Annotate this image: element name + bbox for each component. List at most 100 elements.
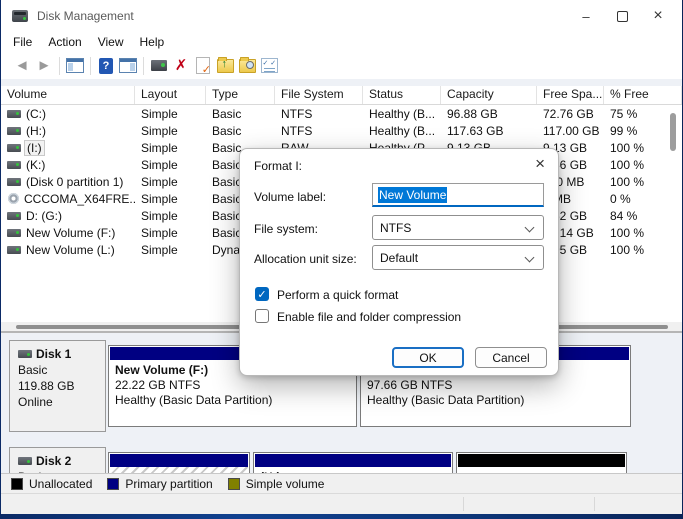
volume-list-cell: 117.63 GB <box>441 124 537 138</box>
volume-label-value: New Volume <box>378 187 447 203</box>
status-bar-separator <box>594 497 595 511</box>
legend-swatch <box>228 478 240 490</box>
column-header-capacity[interactable]: Capacity <box>441 86 537 104</box>
column-header-free-space[interactable]: Free Spa... <box>537 86 604 104</box>
volume-list-cell: 100 % <box>604 158 682 172</box>
checkmark-icon: ✓ <box>257 288 266 301</box>
column-header-layout[interactable]: Layout <box>135 86 206 104</box>
disk-detail: Basic <box>18 363 105 377</box>
back-icon: ◄ <box>15 58 30 73</box>
volume-list-cell: Basic <box>206 124 275 138</box>
legend-bar: Unallocated Primary partition Simple volum… <box>1 473 682 494</box>
maximize-icon <box>617 11 628 22</box>
volume-list-cell: 117.00 GB <box>537 124 604 138</box>
volume-list-cell: 72.76 GB <box>537 107 604 121</box>
volume-label-input[interactable]: New Volume <box>372 183 544 207</box>
dialog-close-icon[interactable]: × <box>535 155 545 172</box>
disk-volume-icon <box>7 161 21 169</box>
menu-action[interactable]: Action <box>40 35 89 49</box>
volume-name: (I:) <box>24 140 45 156</box>
disk-detail: Online <box>18 395 105 409</box>
volume-list-cell: 0 % <box>604 192 682 206</box>
disk-info-panel[interactable]: Disk 1 Basic 119.88 GB Online <box>9 340 106 432</box>
menu-view[interactable]: View <box>90 35 132 49</box>
window-title: Disk Management <box>37 9 134 23</box>
compression-checkbox[interactable] <box>255 309 269 323</box>
volume-name: (H:) <box>26 124 46 138</box>
volume-list-cell: Simple <box>135 141 206 155</box>
status-bar-separator <box>463 497 464 511</box>
legend-label: Primary partition <box>125 477 212 491</box>
partition-color-bar <box>110 454 248 467</box>
disk-management-window: Disk Management – × File Action View Hel… <box>1 0 682 514</box>
vertical-scrollbar-thumb[interactable] <box>670 113 676 151</box>
help-button[interactable]: ? <box>95 55 117 77</box>
menu-file[interactable]: File <box>13 35 40 49</box>
column-header-type[interactable]: Type <box>206 86 275 104</box>
allocation-unit-select[interactable]: Default <box>372 245 544 270</box>
quick-format-label: Perform a quick format <box>277 288 398 302</box>
show-action-pane-button[interactable] <box>117 55 139 77</box>
partition-detail: 97.66 GB NTFS <box>367 378 624 393</box>
disk-detail: 119.88 GB <box>18 379 105 393</box>
partition-color-bar <box>255 454 451 467</box>
volume-list-cell: 100 % <box>604 243 682 257</box>
volume-row[interactable]: (H:)SimpleBasicNTFSHealthy (B...117.63 G… <box>1 122 682 139</box>
refresh-button[interactable] <box>148 55 170 77</box>
volume-cell: (Disk 0 partition 1) <box>1 175 135 189</box>
legend-label: Simple volume <box>246 477 325 491</box>
column-header-status[interactable]: Status <box>363 86 441 104</box>
close-button[interactable]: × <box>640 0 676 32</box>
legend-swatch <box>11 478 23 490</box>
options-button[interactable] <box>258 55 280 77</box>
volume-list-cell: Simple <box>135 107 206 121</box>
partition-detail: Healthy (Basic Data Partition) <box>367 393 624 408</box>
column-header-volume[interactable]: Volume <box>1 86 135 104</box>
maximize-button[interactable] <box>604 0 640 32</box>
volume-list-cell: Healthy (B... <box>363 107 441 121</box>
legend-item: Primary partition <box>107 477 212 491</box>
disk-name: Disk 2 <box>36 454 71 468</box>
volume-list-cell: 84 % <box>604 209 682 223</box>
volume-cell: New Volume (F:) <box>1 226 135 240</box>
volume-name: New Volume (L:) <box>26 243 115 257</box>
column-header-file-system[interactable]: File System <box>275 86 363 104</box>
volume-list-header: Volume Layout Type File System Status Ca… <box>1 86 682 105</box>
chevron-down-icon <box>525 223 535 233</box>
red-x-icon: ✗ <box>175 58 188 73</box>
ok-button[interactable]: OK <box>392 347 464 368</box>
volume-name: (Disk 0 partition 1) <box>26 175 123 189</box>
delete-volume-button[interactable]: ✗ <box>170 55 192 77</box>
column-header-pct-free[interactable]: % Free <box>604 86 682 104</box>
legend-label: Unallocated <box>29 477 92 491</box>
menu-help[interactable]: Help <box>132 35 173 49</box>
properties-button[interactable] <box>192 55 214 77</box>
status-bar <box>1 493 682 514</box>
volume-list-cell: Simple <box>135 175 206 189</box>
volume-row[interactable]: (C:)SimpleBasicNTFSHealthy (B...96.88 GB… <box>1 105 682 122</box>
action-pane-icon <box>119 58 137 73</box>
back-button[interactable]: ◄ <box>11 55 33 77</box>
volume-name: (K:) <box>26 158 45 172</box>
forward-button[interactable]: ► <box>33 55 55 77</box>
explore-button[interactable] <box>236 55 258 77</box>
toolbar-separator <box>59 57 60 75</box>
legend-item: Unallocated <box>11 477 92 491</box>
file-system-select[interactable]: NTFS <box>372 215 544 240</box>
disk-volume-icon <box>7 127 21 135</box>
disk-icon <box>18 350 32 358</box>
disk-name: Disk 1 <box>36 347 71 361</box>
quick-format-checkbox[interactable]: ✓ <box>255 287 269 301</box>
help-icon: ? <box>99 58 113 74</box>
show-console-tree-button[interactable] <box>64 55 86 77</box>
minimize-button[interactable]: – <box>568 0 604 32</box>
disk-volume-icon <box>7 178 21 186</box>
toolbar-separator <box>143 57 144 75</box>
change-drive-letter-button[interactable] <box>214 55 236 77</box>
file-system-label: File system: <box>254 222 318 236</box>
disk-volume-icon <box>7 144 21 152</box>
volume-label-label: Volume label: <box>254 190 326 204</box>
cancel-button[interactable]: Cancel <box>475 347 547 368</box>
volume-list-cell: Simple <box>135 209 206 223</box>
compression-label: Enable file and folder compression <box>277 310 461 324</box>
